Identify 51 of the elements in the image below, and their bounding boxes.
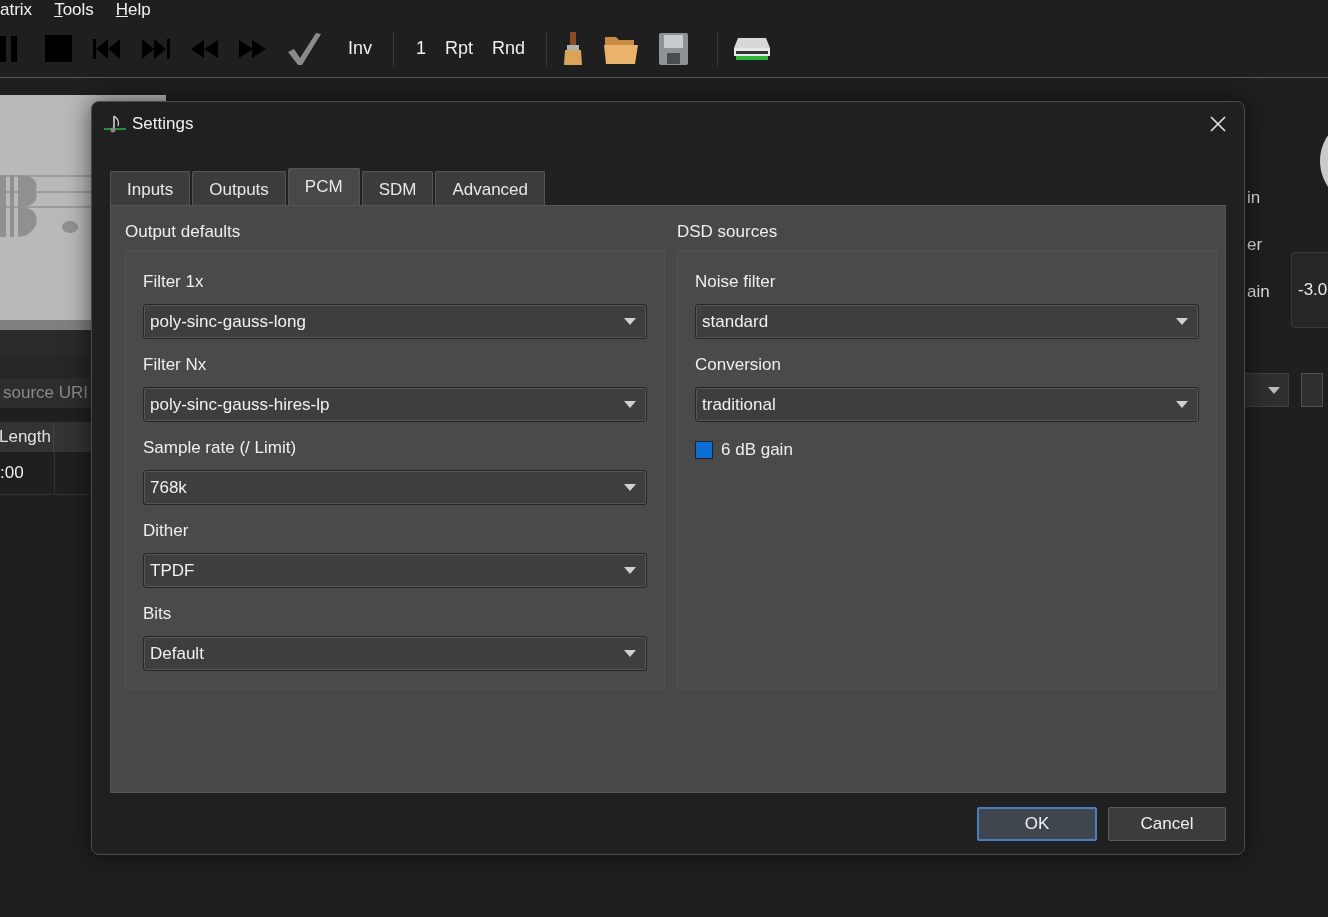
field-label: Noise filter bbox=[695, 271, 777, 293]
toolbar-button[interactable]: 1 bbox=[416, 38, 427, 59]
caret-icon bbox=[624, 401, 636, 408]
menu-item[interactable]: Help bbox=[115, 0, 151, 19]
field-label: er bbox=[1247, 234, 1264, 256]
caret-icon bbox=[1176, 318, 1188, 325]
toolbar-button[interactable]: Rnd bbox=[492, 38, 526, 59]
tab[interactable]: Outputs bbox=[192, 171, 286, 205]
field-label: Sample rate (/ Limit) bbox=[143, 437, 298, 459]
menu-item[interactable]: Tools bbox=[54, 0, 94, 19]
caret-icon bbox=[1176, 401, 1188, 408]
dropdown[interactable]: TPDF bbox=[143, 553, 647, 588]
dropdown[interactable]: traditional bbox=[695, 387, 1199, 422]
toolbar-button[interactable]: Rpt bbox=[445, 38, 474, 59]
caret-icon bbox=[624, 567, 636, 574]
dropdown[interactable]: poly-sinc-gauss-hires-lp bbox=[143, 387, 647, 422]
dialog-button[interactable]: Cancel bbox=[1108, 807, 1226, 841]
save-icon[interactable] bbox=[659, 32, 689, 65]
dropdown[interactable]: standard bbox=[695, 304, 1199, 339]
field-label: Dither bbox=[143, 520, 190, 542]
table-cell: :00 bbox=[0, 452, 55, 494]
tab[interactable]: PCM bbox=[287, 168, 360, 205]
caret-icon bbox=[624, 650, 636, 657]
field-label: Filter Nx bbox=[143, 354, 208, 376]
field-label: Filter 1x bbox=[143, 271, 205, 293]
caret-icon bbox=[624, 318, 636, 325]
button[interactable] bbox=[1301, 373, 1323, 407]
tab[interactable]: Advanced bbox=[435, 171, 546, 205]
field-label: Conversion bbox=[695, 354, 782, 376]
app-icon bbox=[104, 114, 126, 134]
drive-icon[interactable] bbox=[734, 37, 771, 60]
field-label: in bbox=[1247, 187, 1262, 209]
window-title: Settings bbox=[132, 114, 194, 134]
checkmark-icon[interactable] bbox=[287, 31, 321, 66]
close-icon[interactable] bbox=[1210, 116, 1226, 132]
menu-item[interactable]: atrix bbox=[0, 0, 33, 19]
toolbar-button[interactable]: Inv bbox=[348, 38, 372, 59]
dialog-button[interactable]: OK bbox=[977, 807, 1097, 841]
brush-icon[interactable] bbox=[563, 32, 584, 65]
checkbox[interactable]: 6 dB gain bbox=[695, 440, 793, 460]
tab[interactable]: SDM bbox=[361, 171, 434, 205]
group-title: Output defaults bbox=[125, 222, 242, 243]
caret-icon bbox=[1268, 387, 1280, 394]
field-label: Bits bbox=[143, 603, 173, 625]
tab[interactable]: Inputs bbox=[110, 171, 191, 205]
dropdown[interactable]: poly-sinc-gauss-long bbox=[143, 304, 647, 339]
caret-icon bbox=[624, 484, 636, 491]
group-title: DSD sources bbox=[677, 222, 779, 243]
value-field[interactable]: -3.0 bbox=[1291, 252, 1328, 328]
dropdown[interactable]: Default bbox=[143, 636, 647, 671]
dropdown[interactable]: 768k bbox=[143, 470, 647, 505]
